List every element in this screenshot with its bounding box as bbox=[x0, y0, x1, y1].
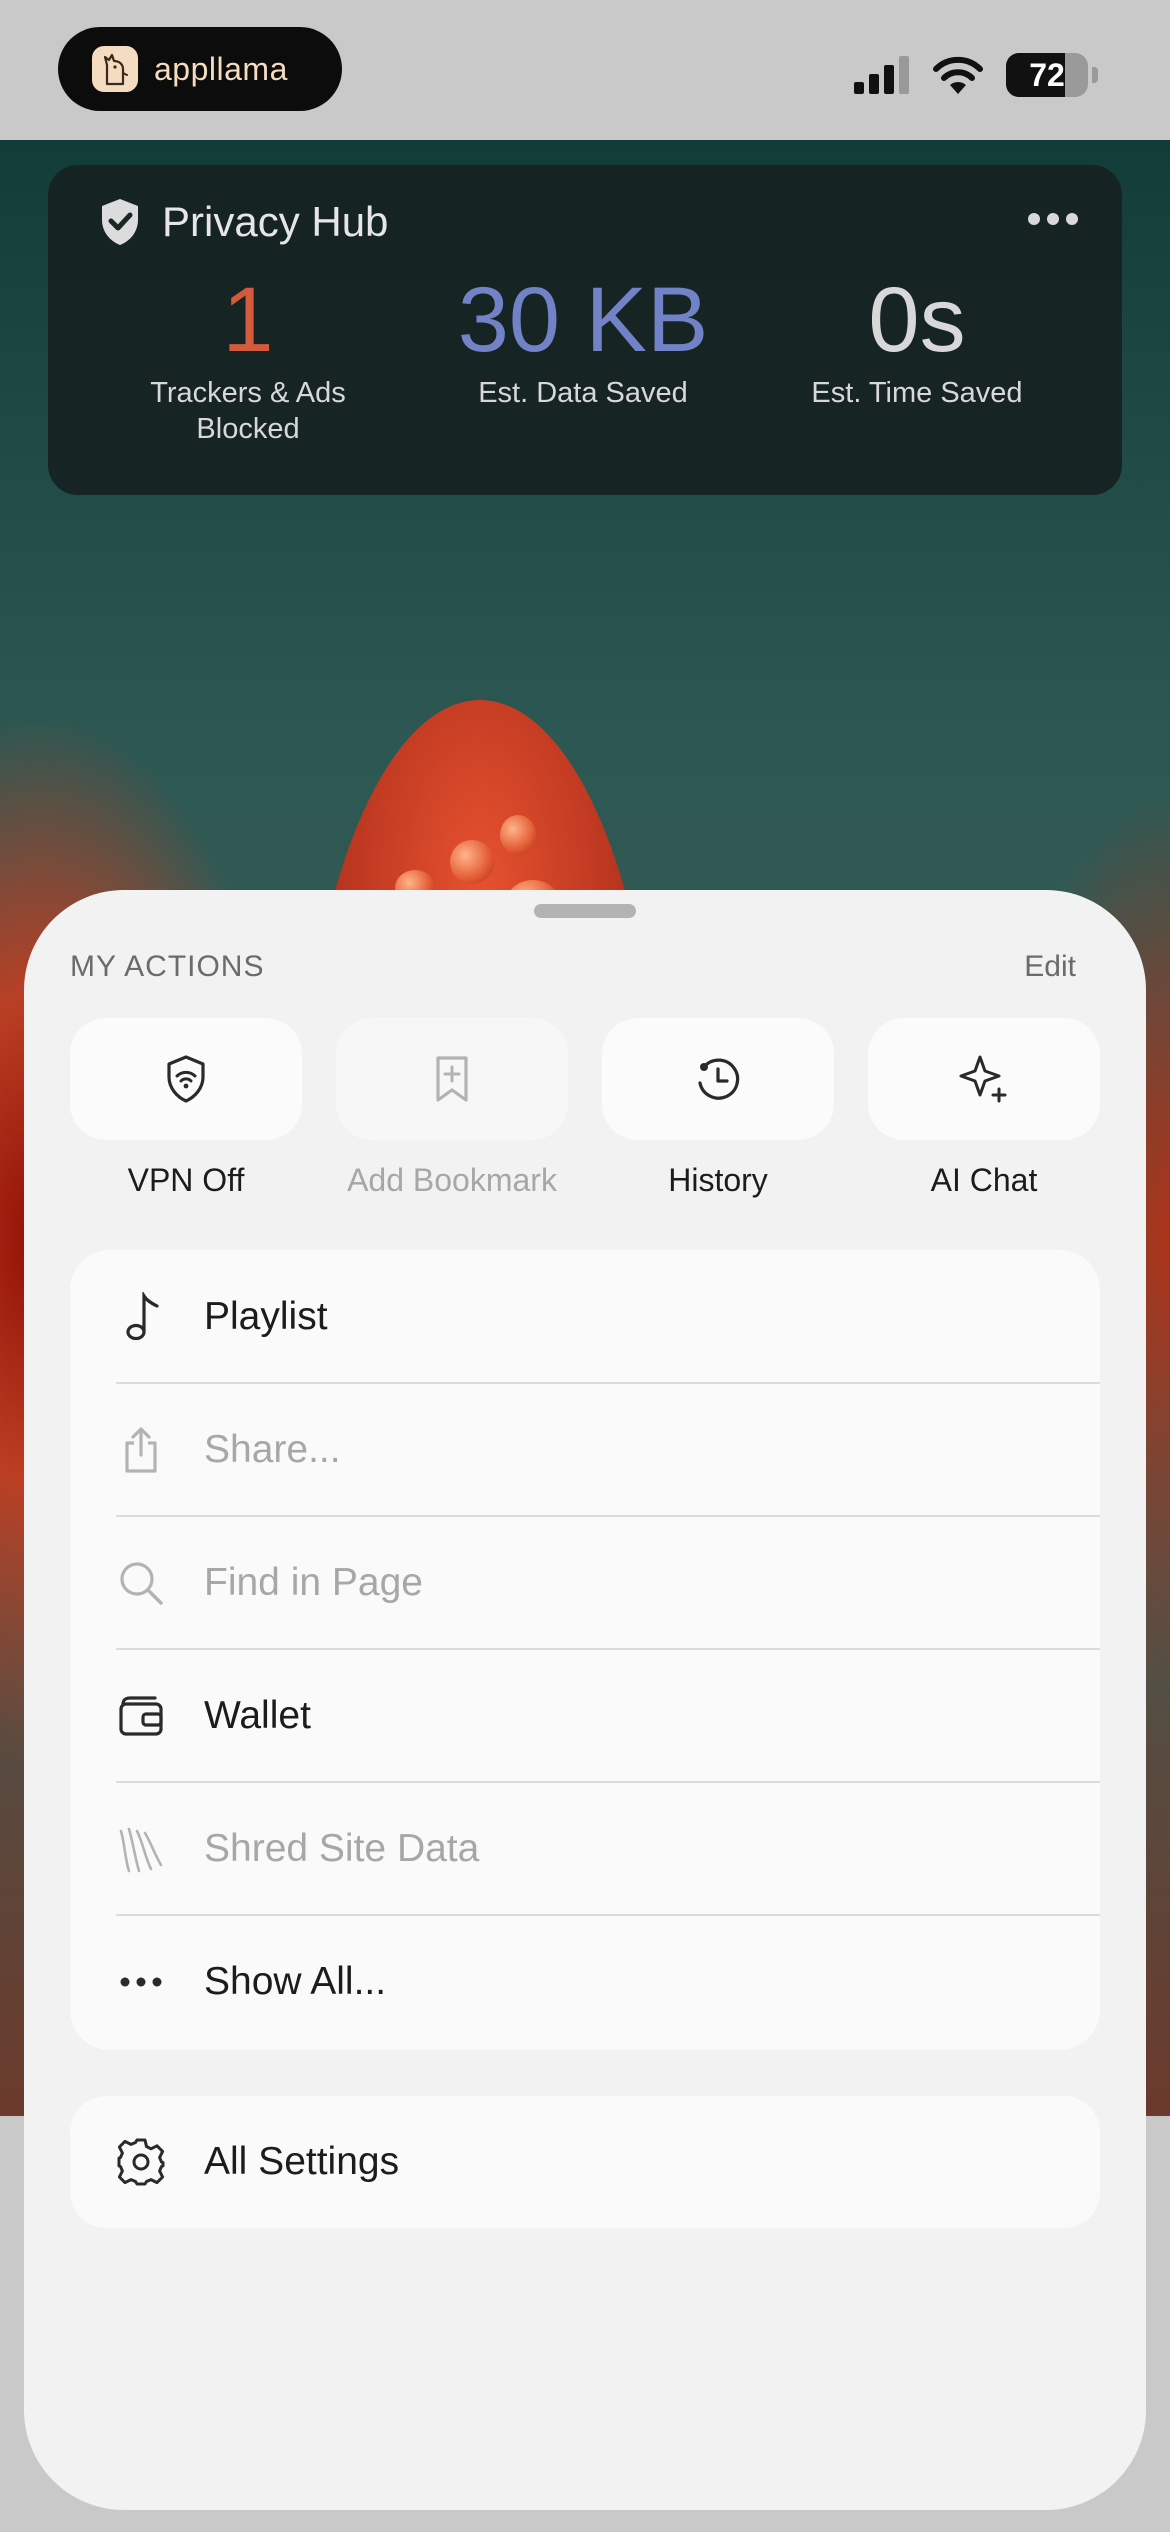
sheet-grabber[interactable] bbox=[534, 904, 636, 918]
menu-item-label: Share... bbox=[204, 1427, 341, 1471]
add-bookmark-icon bbox=[436, 1056, 468, 1102]
vpn-action[interactable]: VPN Off bbox=[70, 1018, 302, 1199]
stat-label: Est. Data Saved bbox=[478, 377, 688, 409]
menu-item-playlist[interactable]: Playlist bbox=[70, 1250, 1100, 1383]
wifi-icon bbox=[933, 56, 983, 94]
stat-data-saved: 30 KB Est. Data Saved bbox=[433, 265, 733, 411]
menu-item-find-in-page[interactable]: Find in Page bbox=[70, 1516, 1100, 1649]
share-icon bbox=[125, 1426, 157, 1473]
actions-menu: Playlist Share... Find in Page Wallet Sh… bbox=[70, 1250, 1100, 2050]
edit-button[interactable]: Edit bbox=[1024, 950, 1076, 984]
cellular-signal-icon bbox=[854, 56, 909, 94]
shred-icon bbox=[119, 1827, 163, 1872]
action-label: AI Chat bbox=[930, 1162, 1038, 1198]
add-bookmark-action[interactable]: Add Bookmark bbox=[336, 1018, 568, 1199]
stat-label: Est. Time Saved bbox=[811, 377, 1023, 409]
app-name: appllama bbox=[154, 50, 288, 87]
quick-actions: VPN Off Add Bookmark History AI Chat bbox=[70, 1018, 1100, 1218]
stat-value: 30 KB bbox=[457, 269, 709, 371]
menu-item-label: Find in Page bbox=[204, 1560, 423, 1604]
battery-percentage: 72 bbox=[1029, 56, 1065, 93]
stat-value: 0s bbox=[868, 269, 966, 371]
stat-trackers-blocked: 1 Trackers & Ads Blocked bbox=[98, 265, 398, 447]
battery-icon: 72 bbox=[1006, 53, 1088, 97]
sparkle-icon bbox=[959, 1055, 1007, 1103]
ai-chat-action-tile[interactable] bbox=[868, 1018, 1100, 1140]
add-bookmark-action-tile[interactable] bbox=[336, 1018, 568, 1140]
ai-chat-action[interactable]: AI Chat bbox=[868, 1018, 1100, 1199]
shield-check-icon bbox=[102, 199, 138, 245]
llama-logo-icon bbox=[92, 46, 138, 92]
history-icon bbox=[698, 1058, 740, 1100]
gear-icon bbox=[117, 2138, 165, 2186]
water-drop bbox=[450, 840, 494, 884]
status-icons: 72 bbox=[854, 52, 1098, 98]
menu-item-label: Show All... bbox=[204, 1959, 387, 2003]
vpn-action-tile[interactable] bbox=[70, 1018, 302, 1140]
screen: appllama 72 Privacy Hub 1 Trackers & Ads… bbox=[0, 0, 1170, 2532]
section-title: MY ACTIONS bbox=[70, 950, 265, 983]
menu-item-shred-site-data[interactable]: Shred Site Data bbox=[70, 1782, 1100, 1915]
action-label: History bbox=[668, 1162, 768, 1198]
battery-nub bbox=[1092, 67, 1098, 83]
all-settings-button[interactable]: All Settings bbox=[70, 2096, 1100, 2228]
stat-label: Trackers & Ads Blocked bbox=[150, 377, 346, 445]
history-action-tile[interactable] bbox=[602, 1018, 834, 1140]
privacy-hub-header: Privacy Hub bbox=[98, 197, 388, 247]
actions-sheet: MY ACTIONS Edit VPN Off Add Bookmark His… bbox=[24, 890, 1146, 2510]
menu-item-label: Playlist bbox=[204, 1294, 328, 1338]
privacy-hub-card[interactable]: Privacy Hub 1 Trackers & Ads Blocked 30 … bbox=[48, 165, 1122, 495]
menu-item-wallet[interactable]: Wallet bbox=[70, 1649, 1100, 1782]
vpn-shield-icon bbox=[167, 1055, 205, 1103]
menu-item-show-all[interactable]: Show All... bbox=[70, 1915, 1100, 2048]
water-drop bbox=[500, 815, 536, 855]
menu-item-share[interactable]: Share... bbox=[70, 1383, 1100, 1516]
all-settings-label: All Settings bbox=[204, 2140, 400, 2183]
action-label: VPN Off bbox=[127, 1162, 245, 1198]
more-dots-icon bbox=[120, 1977, 162, 1986]
wallet-icon bbox=[119, 1695, 163, 1736]
stat-time-saved: 0s Est. Time Saved bbox=[767, 265, 1067, 411]
stat-value: 1 bbox=[222, 269, 274, 371]
menu-item-label: Wallet bbox=[204, 1693, 311, 1737]
action-label: Add Bookmark bbox=[347, 1162, 557, 1198]
status-bar: appllama 72 bbox=[0, 0, 1170, 140]
app-indicator-pill[interactable]: appllama bbox=[58, 27, 342, 111]
history-action[interactable]: History bbox=[602, 1018, 834, 1199]
music-note-icon bbox=[126, 1291, 159, 1340]
menu-item-label: Shred Site Data bbox=[204, 1826, 480, 1870]
privacy-hub-title: Privacy Hub bbox=[162, 198, 389, 245]
more-options-icon[interactable] bbox=[1028, 213, 1078, 225]
search-icon bbox=[120, 1561, 163, 1605]
